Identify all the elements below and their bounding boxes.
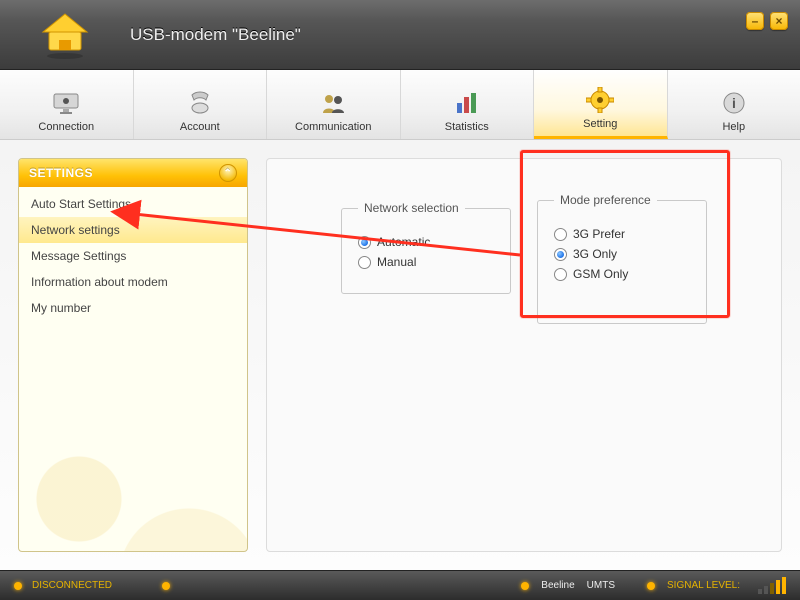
- sidebar-item-network-settings[interactable]: Network settings: [19, 217, 247, 243]
- tab-label: Help: [722, 121, 745, 133]
- radio-manual[interactable]: Manual: [358, 255, 494, 269]
- tab-connection[interactable]: Connection: [0, 70, 134, 139]
- info-icon: i: [718, 89, 750, 117]
- tab-account[interactable]: Account: [134, 70, 268, 139]
- sidebar-item-auto-start[interactable]: Auto Start Settings: [19, 191, 247, 217]
- monitor-icon: [50, 89, 82, 117]
- signal-label: SIGNAL LEVEL:: [667, 580, 740, 591]
- radio-3g-only[interactable]: 3G Only: [554, 247, 690, 261]
- phone-icon: [184, 89, 216, 117]
- people-icon: [317, 89, 349, 117]
- statusbar: DISCONNECTED Beeline UMTS SIGNAL LEVEL:: [0, 570, 800, 600]
- radio-icon: [554, 268, 567, 281]
- signal-strength-icon: [758, 577, 786, 594]
- tab-label: Connection: [38, 121, 94, 133]
- tab-help[interactable]: i Help: [668, 70, 800, 139]
- group-legend: Mode preference: [554, 193, 657, 207]
- minimize-button[interactable]: –: [746, 12, 764, 30]
- tab-label: Account: [180, 121, 220, 133]
- main-toolbar: Connection Account Communication Statist…: [0, 70, 800, 140]
- settings-panel: Network selection Automatic Manual Mode …: [266, 158, 782, 552]
- radio-label: GSM Only: [573, 267, 628, 281]
- tab-statistics[interactable]: Statistics: [401, 70, 535, 139]
- status-dot-icon: [162, 582, 170, 590]
- network-selection-group: Network selection Automatic Manual: [341, 201, 511, 294]
- tab-label: Statistics: [445, 121, 489, 133]
- svg-text:i: i: [732, 95, 736, 111]
- radio-icon: [358, 236, 371, 249]
- app-title: USB-modem "Beeline": [130, 25, 301, 45]
- radio-icon: [358, 256, 371, 269]
- status-dot-icon: [647, 582, 655, 590]
- radio-automatic[interactable]: Automatic: [358, 235, 494, 249]
- radio-label: 3G Prefer: [573, 227, 625, 241]
- radio-label: Automatic: [377, 235, 430, 249]
- operator-name: Beeline: [541, 580, 574, 591]
- radio-gsm-only[interactable]: GSM Only: [554, 267, 690, 281]
- tab-label: Setting: [583, 118, 617, 130]
- radio-icon: [554, 248, 567, 261]
- titlebar: USB-modem "Beeline" – ×: [0, 0, 800, 70]
- radio-3g-prefer[interactable]: 3G Prefer: [554, 227, 690, 241]
- close-button[interactable]: ×: [770, 12, 788, 30]
- status-dot-icon: [521, 582, 529, 590]
- mode-preference-group: Mode preference 3G Prefer 3G Only GSM On…: [537, 193, 707, 324]
- sidebar-item-information-modem[interactable]: Information about modem: [19, 269, 247, 295]
- app-logo: [0, 0, 130, 70]
- status-dot-icon: [14, 582, 22, 590]
- content-area: SETTINGS ⌃ Auto Start Settings Network s…: [0, 140, 800, 570]
- sidebar-header[interactable]: SETTINGS ⌃: [19, 159, 247, 187]
- radio-label: 3G Only: [573, 247, 617, 261]
- sidebar-item-my-number[interactable]: My number: [19, 295, 247, 321]
- sidebar-item-message-settings[interactable]: Message Settings: [19, 243, 247, 269]
- tab-setting[interactable]: Setting: [534, 70, 668, 139]
- bar-chart-icon: [451, 89, 483, 117]
- sidebar-title: SETTINGS: [29, 166, 93, 180]
- gear-icon: [584, 86, 616, 114]
- radio-label: Manual: [377, 255, 416, 269]
- group-legend: Network selection: [358, 201, 465, 215]
- settings-sidebar: SETTINGS ⌃ Auto Start Settings Network s…: [18, 158, 248, 552]
- radio-icon: [554, 228, 567, 241]
- chevron-up-icon[interactable]: ⌃: [219, 164, 237, 182]
- connection-state: DISCONNECTED: [32, 580, 112, 591]
- tab-communication[interactable]: Communication: [267, 70, 401, 139]
- network-type: UMTS: [587, 580, 615, 591]
- tab-label: Communication: [295, 121, 371, 133]
